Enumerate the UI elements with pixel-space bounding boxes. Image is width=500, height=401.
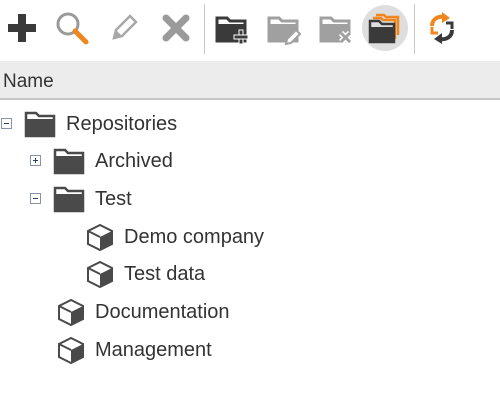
- column-header-name: Name: [3, 71, 54, 92]
- folder-icon: [24, 111, 56, 138]
- folder-edit-icon: [267, 16, 302, 46]
- toolbar-separator: [414, 4, 415, 54]
- search-button[interactable]: [50, 4, 94, 52]
- add-button[interactable]: [0, 4, 44, 52]
- folder-icon: [53, 186, 85, 213]
- tree-node-test-data[interactable]: Test data: [85, 259, 205, 289]
- edit-button[interactable]: [102, 4, 146, 52]
- folder-add-icon: [215, 16, 249, 45]
- tree-node-label: Demo company: [124, 225, 265, 248]
- pencil-icon: [112, 14, 138, 40]
- sync-button[interactable]: [420, 4, 464, 52]
- sync-icon: [430, 12, 454, 44]
- edit-folder-button[interactable]: [262, 4, 306, 52]
- column-header[interactable]: Name: [0, 61, 500, 100]
- toolbar-separator: [204, 4, 205, 54]
- tree-node-label: Documentation: [95, 300, 230, 323]
- collapse-toggle[interactable]: [30, 193, 41, 204]
- close-icon: [162, 14, 190, 42]
- cube-icon: [87, 260, 113, 289]
- tree-node-label: Test data: [124, 262, 206, 285]
- folders-icon: [368, 13, 400, 44]
- collapse-toggle[interactable]: [1, 118, 12, 129]
- tree-node-label: Archived: [95, 149, 173, 172]
- cube-icon: [58, 336, 84, 365]
- delete-button[interactable]: [154, 4, 198, 52]
- toolbar: [0, 0, 500, 58]
- folder-delete-icon: [319, 16, 353, 45]
- tree-node-label: Repositories: [66, 112, 178, 135]
- cube-icon: [87, 223, 113, 252]
- search-icon: [56, 12, 89, 45]
- tree-node-label: Management: [95, 338, 212, 361]
- folders-button[interactable]: [362, 5, 408, 51]
- tree-node-archived[interactable]: Archived: [53, 146, 173, 176]
- tree-node-test[interactable]: Test: [53, 184, 132, 214]
- tree-node-documentation[interactable]: Documentation: [56, 297, 230, 327]
- plus-icon: [8, 14, 36, 42]
- folder-icon: [53, 148, 85, 175]
- new-folder-button[interactable]: [210, 4, 254, 52]
- tree-node-management[interactable]: Management: [56, 335, 212, 365]
- tree-node-demo-company[interactable]: Demo company: [85, 222, 264, 252]
- tree-node-repositories[interactable]: Repositories: [24, 109, 177, 139]
- tree-node-label: Test: [95, 187, 132, 210]
- expand-toggle[interactable]: [30, 155, 41, 166]
- cube-icon: [58, 298, 84, 327]
- delete-folder-button[interactable]: [314, 4, 358, 52]
